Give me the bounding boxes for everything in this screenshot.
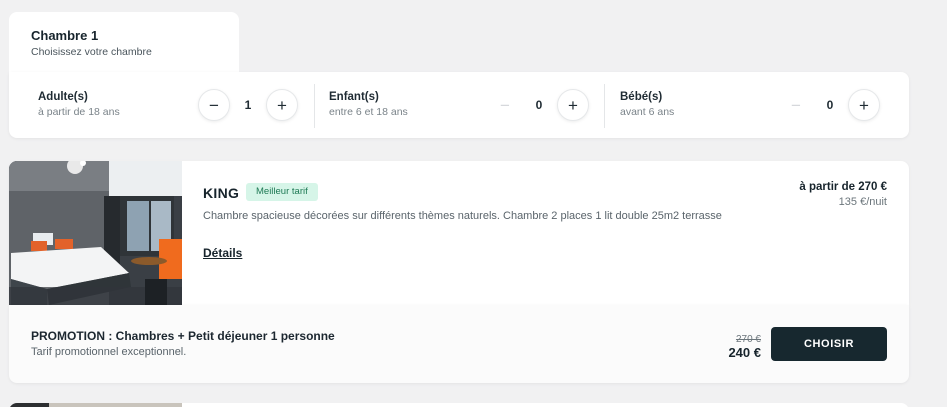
price-per-night: 135 €/nuit xyxy=(838,196,887,208)
room-photo xyxy=(9,161,182,305)
choose-button[interactable]: CHOISIR xyxy=(771,327,887,361)
tab-title: Chambre 1 xyxy=(31,28,99,43)
offer-row: PROMOTION : Chambres + Petit déjeuner 1 … xyxy=(9,305,909,383)
babies-label: Bébé(s) xyxy=(620,91,663,103)
new-price: 240 € xyxy=(728,345,761,360)
babies-decrement-button[interactable]: − xyxy=(780,89,812,121)
price-from: à partir de 270 € xyxy=(799,181,887,193)
babies-sublabel: avant 6 ans xyxy=(620,106,675,118)
offer-subtitle: Tarif promotionnel exceptionnel. xyxy=(31,346,187,358)
adults-group: Adulte(s) à partir de 18 ans − 1 + xyxy=(9,72,309,138)
best-price-badge: Meilleur tarif xyxy=(246,183,318,201)
children-sublabel: entre 6 et 18 ans xyxy=(329,106,408,118)
adults-count: 1 xyxy=(244,98,252,112)
babies-group: Bébé(s) avant 6 ans − 0 + xyxy=(591,72,891,138)
children-increment-button[interactable]: + xyxy=(557,89,589,121)
minus-icon: − xyxy=(209,95,219,115)
babies-increment-button[interactable]: + xyxy=(848,89,880,121)
adults-label: Adulte(s) xyxy=(38,91,88,103)
next-room-card xyxy=(9,403,909,407)
old-price: 270 € xyxy=(735,334,761,345)
room-card: KING Meilleur tarif Chambre spacieuse dé… xyxy=(9,161,909,305)
room-description: Chambre spacieuse décorées sur différent… xyxy=(203,210,722,222)
minus-icon: − xyxy=(791,95,801,115)
children-group: Enfant(s) entre 6 et 18 ans − 0 + xyxy=(300,72,600,138)
tab-chambre-1[interactable]: Chambre 1 Choisissez votre chambre xyxy=(9,12,239,76)
tab-subtitle: Choisissez votre chambre xyxy=(31,46,152,58)
minus-icon: − xyxy=(500,95,510,115)
plus-icon: + xyxy=(859,95,869,115)
children-label: Enfant(s) xyxy=(329,91,379,103)
adults-sublabel: à partir de 18 ans xyxy=(38,106,120,118)
adults-increment-button[interactable]: + xyxy=(266,89,298,121)
babies-count: 0 xyxy=(826,98,834,112)
plus-icon: + xyxy=(568,95,578,115)
adults-decrement-button[interactable]: − xyxy=(198,89,230,121)
plus-icon: + xyxy=(277,95,287,115)
next-room-photo xyxy=(9,403,182,407)
room-name: KING xyxy=(203,185,240,201)
occupancy-panel: Adulte(s) à partir de 18 ans − 1 + Enfan… xyxy=(9,72,909,138)
children-decrement-button[interactable]: − xyxy=(489,89,521,121)
details-link[interactable]: Détails xyxy=(203,246,242,260)
hotel-room-image xyxy=(9,161,182,305)
children-count: 0 xyxy=(535,98,543,112)
offer-title: PROMOTION : Chambres + Petit déjeuner 1 … xyxy=(31,329,335,343)
